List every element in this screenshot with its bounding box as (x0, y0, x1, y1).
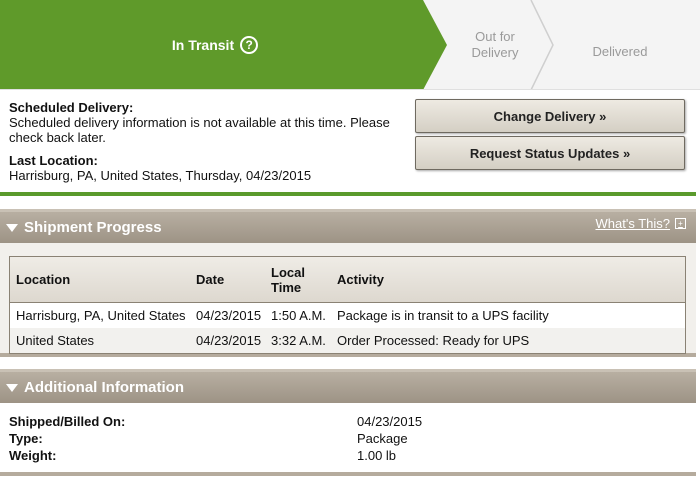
table-row: United States 04/23/2015 3:32 A.M. Order… (10, 328, 685, 353)
additional-information-title: Additional Information (24, 379, 184, 396)
whats-this-text: What's This? (595, 216, 671, 231)
shipment-progress-panel: Location Date Local Time Activity Harris… (0, 243, 696, 357)
column-header-location: Location (16, 272, 71, 287)
last-location-label: Last Location: (9, 153, 98, 168)
step-in-transit: In Transit ? (0, 0, 430, 90)
delivery-progress-tracker: In Transit ? Out for Delivery Delivered (0, 0, 700, 90)
step-in-transit-label: In Transit (171, 37, 235, 53)
table-header: Location Date Local Time Activity (10, 257, 685, 303)
change-delivery-button[interactable]: Change Delivery » (415, 99, 685, 133)
step-out-for-delivery: Out for Delivery (455, 29, 535, 61)
cell-activity: Package is in transit to a UPS facility (337, 308, 549, 323)
request-status-updates-button[interactable]: Request Status Updates » (415, 136, 685, 170)
info-value: Package (357, 431, 408, 446)
table-row: Harrisburg, PA, United States 04/23/2015… (10, 303, 685, 328)
scheduled-delivery-label: Scheduled Delivery: (9, 100, 134, 115)
cell-time: 3:32 A.M. (271, 333, 326, 348)
step-delivered: Delivered (592, 44, 648, 59)
shipment-progress-table: Location Date Local Time Activity Harris… (9, 256, 686, 354)
column-header-date: Date (196, 272, 225, 287)
shipment-progress-header[interactable]: Shipment Progress What's This? + (0, 209, 696, 243)
info-key: Type: (9, 431, 43, 446)
shipment-progress-title: Shipment Progress (24, 219, 162, 236)
column-header-time-line2: Time (271, 279, 302, 295)
popup-icon: + (675, 218, 686, 229)
cell-location: Harrisburg, PA, United States (16, 308, 186, 323)
info-value: 1.00 lb (357, 448, 397, 463)
step-out-label-line1: Out for (475, 29, 515, 44)
collapse-triangle-icon (6, 223, 18, 232)
info-row-shipped-billed: Shipped/Billed On: 04/23/2015 (9, 414, 689, 431)
column-header-time-line1: Local (271, 264, 305, 280)
cell-activity: Order Processed: Ready for UPS (337, 333, 530, 348)
cell-date: 04/23/2015 (196, 308, 262, 323)
section-divider (0, 472, 696, 476)
additional-information-header[interactable]: Additional Information (0, 369, 696, 403)
last-location-text: Harrisburg, PA, United States, Thursday,… (9, 168, 312, 183)
step-out-label-line2: Delivery (471, 45, 519, 60)
column-header-local-time: Local Time (271, 257, 305, 302)
whats-this-link[interactable]: What's This? + (595, 216, 686, 231)
delivery-summary: Scheduled Delivery: Scheduled delivery i… (0, 90, 696, 196)
help-icon[interactable]: ? (240, 36, 259, 54)
info-key: Shipped/Billed On: (9, 414, 126, 429)
column-header-activity: Activity (337, 272, 384, 287)
info-key: Weight: (9, 448, 57, 463)
info-row-weight: Weight: 1.00 lb (9, 448, 689, 465)
collapse-triangle-icon (6, 383, 18, 392)
info-value: 04/23/2015 (357, 414, 423, 429)
cell-location: United States (16, 333, 95, 348)
scheduled-delivery-text: Scheduled delivery information is not av… (9, 115, 390, 145)
additional-information-list: Shipped/Billed On: 04/23/2015 Type: Pack… (9, 414, 689, 465)
cell-time: 1:50 A.M. (271, 308, 326, 323)
info-row-type: Type: Package (9, 431, 689, 448)
cell-date: 04/23/2015 (196, 333, 262, 348)
